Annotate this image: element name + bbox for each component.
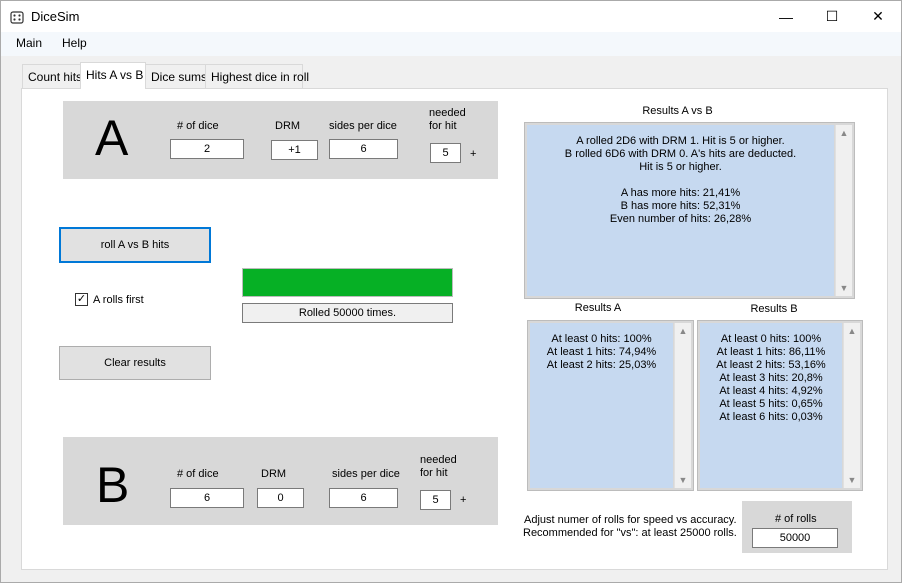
menu-bar: Main Help	[1, 32, 901, 56]
player-a-drm-label: DRM	[275, 120, 301, 132]
results-a-scrollbar[interactable]: ▲ ▼	[674, 323, 691, 488]
roll-progress-bar	[242, 268, 453, 297]
player-b-dice-label: # of dice	[177, 468, 219, 480]
scroll-down-icon[interactable]: ▼	[836, 283, 852, 293]
scroll-up-icon[interactable]: ▲	[675, 326, 691, 336]
dice-app-icon	[10, 11, 24, 24]
app-window: DiceSim — ☐ ✕ Main Help Count hits Hits …	[0, 0, 902, 583]
player-a-sides-label: sides per dice	[329, 120, 397, 132]
rolls-hint-line-1: Adjust numer of rolls for speed vs accur…	[524, 514, 737, 526]
results-a-vs-b-scrollbar[interactable]: ▲ ▼	[835, 125, 852, 296]
scroll-up-icon[interactable]: ▲	[844, 326, 860, 336]
a-rolls-first-checkbox[interactable]: ✓	[75, 293, 88, 306]
menu-main[interactable]: Main	[16, 36, 42, 50]
player-a-letter: A	[95, 110, 129, 166]
tab-count-hits[interactable]: Count hits	[22, 64, 82, 88]
results-a-text[interactable]: At least 0 hits: 100% At least 1 hits: 7…	[530, 323, 673, 488]
player-a-sides-input[interactable]: 6	[329, 139, 398, 159]
results-a-title: Results A	[574, 302, 622, 314]
scroll-up-icon[interactable]: ▲	[836, 128, 852, 138]
tab-highest-dice[interactable]: Highest dice in roll	[205, 64, 309, 88]
tab-hits-a-vs-b[interactable]: Hits A vs B	[80, 62, 146, 89]
window-title: DiceSim	[31, 9, 80, 24]
title-bar: DiceSim — ☐ ✕	[1, 1, 901, 32]
player-b-needed-input[interactable]: 5	[420, 490, 451, 510]
clear-results-button[interactable]: Clear results	[59, 346, 211, 380]
roll-status: Rolled 50000 times.	[242, 303, 453, 323]
results-b-scrollbar[interactable]: ▲ ▼	[843, 323, 860, 488]
player-a-drm-input[interactable]: +1	[271, 140, 318, 160]
scroll-down-icon[interactable]: ▼	[675, 475, 691, 485]
minimize-icon: —	[779, 8, 793, 25]
results-a-vs-b-title: Results A vs B	[642, 105, 713, 117]
roll-a-vs-b-button[interactable]: roll A vs B hits	[59, 227, 211, 263]
player-b-letter: B	[96, 457, 130, 513]
player-b-plus-label: +	[460, 494, 467, 506]
player-b-drm-label: DRM	[261, 468, 287, 480]
scroll-down-icon[interactable]: ▼	[844, 475, 860, 485]
player-a-needed-input[interactable]: 5	[430, 143, 461, 163]
rolls-label: # of rolls	[775, 513, 817, 525]
minimize-button[interactable]: —	[763, 1, 809, 32]
player-b-needed-label-1: needed	[420, 454, 457, 466]
player-b-sides-input[interactable]: 6	[329, 488, 398, 508]
results-b-text[interactable]: At least 0 hits: 100% At least 1 hits: 8…	[700, 323, 842, 488]
results-b-title: Results B	[750, 303, 798, 315]
player-a-dice-label: # of dice	[177, 120, 219, 132]
results-a-vs-b-text[interactable]: A rolled 2D6 with DRM 1. Hit is 5 or hig…	[527, 125, 834, 296]
maximize-icon: ☐	[825, 8, 839, 24]
close-icon: ✕	[872, 8, 884, 24]
checkmark-icon: ✓	[76, 293, 87, 305]
rolls-input[interactable]: 50000	[752, 528, 838, 548]
player-b-sides-label: sides per dice	[332, 468, 400, 480]
progress-fill	[243, 269, 452, 296]
player-a-needed-label-1: needed	[429, 107, 466, 119]
player-b-drm-input[interactable]: 0	[257, 488, 304, 508]
rolls-hint-line-2: Recommended for "vs": at least 25000 rol…	[523, 527, 737, 539]
close-button[interactable]: ✕	[855, 1, 901, 32]
a-rolls-first-label[interactable]: A rolls first	[93, 294, 144, 307]
player-b-dice-input[interactable]: 6	[170, 488, 244, 508]
player-a-dice-input[interactable]: 2	[170, 139, 244, 159]
tab-dice-sums[interactable]: Dice sums	[145, 64, 207, 88]
menu-help[interactable]: Help	[62, 36, 87, 50]
maximize-button[interactable]: ☐	[809, 1, 855, 32]
player-a-plus-label: +	[470, 148, 477, 160]
player-a-needed-label-2: for hit	[429, 120, 457, 132]
player-b-needed-label-2: for hit	[420, 467, 448, 479]
